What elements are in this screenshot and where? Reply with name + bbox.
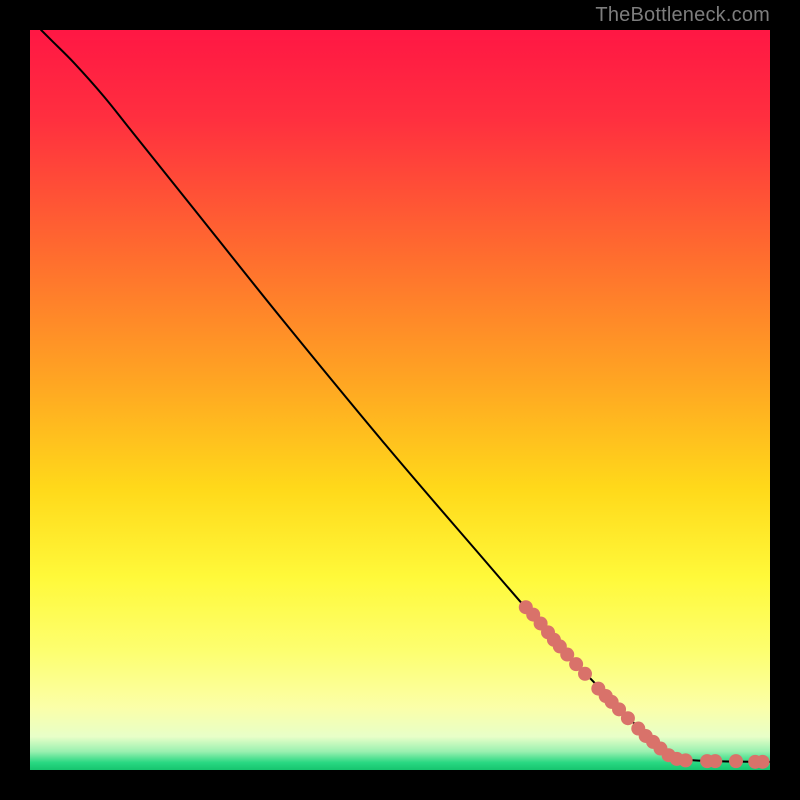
data-marker (578, 667, 592, 681)
watermark-label: TheBottleneck.com (595, 4, 770, 27)
data-marker (621, 711, 635, 725)
data-marker (708, 754, 722, 768)
data-marker (729, 754, 743, 768)
plot-area (30, 30, 770, 770)
data-marker (679, 753, 693, 767)
bottleneck-curve (41, 30, 770, 762)
chart-frame: TheBottleneck.com (0, 0, 800, 800)
data-marker (756, 755, 770, 769)
marker-layer (519, 600, 770, 769)
chart-svg (30, 30, 770, 770)
